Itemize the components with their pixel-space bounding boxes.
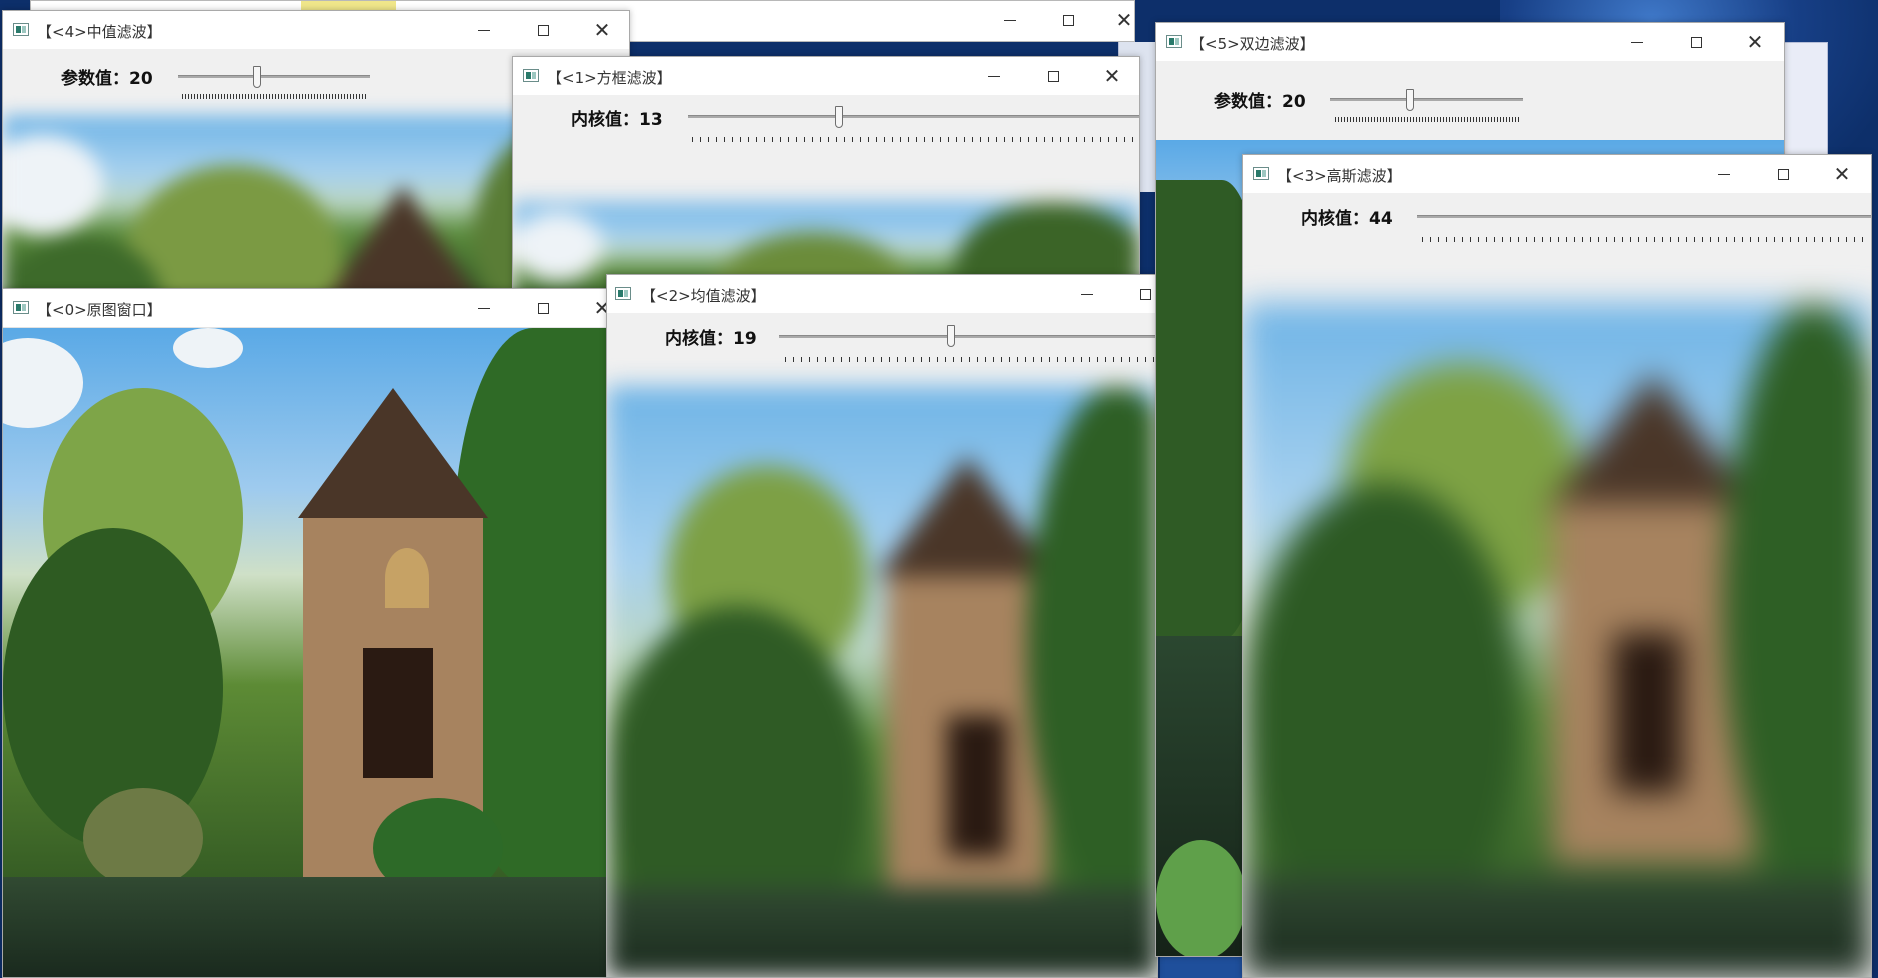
maximize-icon[interactable] bbox=[1667, 23, 1725, 61]
minimize-icon[interactable] bbox=[1058, 275, 1116, 313]
minimize-icon[interactable] bbox=[1695, 155, 1753, 193]
close-icon[interactable]: ✕ bbox=[1083, 57, 1139, 95]
trackbar-row: 参数值：20 bbox=[1156, 61, 1784, 141]
trackbar-track[interactable] bbox=[1417, 215, 1871, 218]
trackbar-label: 参数值：20 bbox=[1214, 92, 1306, 112]
window-title: 【<0>原图窗口】 bbox=[37, 301, 162, 319]
close-icon[interactable]: ✕ bbox=[1095, 1, 1153, 39]
titlebar[interactable]: 【<3>高斯滤波】 ✕ bbox=[1243, 155, 1871, 194]
maximize-icon[interactable] bbox=[1039, 1, 1097, 39]
original-image bbox=[3, 328, 629, 977]
opencv-window-icon bbox=[1253, 167, 1269, 180]
titlebar[interactable]: 【<5>双边滤波】 ✕ bbox=[1156, 23, 1784, 62]
trackbar-track[interactable] bbox=[1330, 98, 1523, 101]
opencv-window-icon bbox=[615, 287, 631, 300]
trackbar-row: 内核值：44 bbox=[1243, 193, 1871, 303]
trackbar-ticks bbox=[692, 137, 1139, 142]
mean-filtered-image bbox=[607, 386, 1157, 977]
close-icon[interactable]: ✕ bbox=[573, 11, 629, 49]
trackbar-track[interactable] bbox=[779, 335, 1157, 338]
trackbar-track[interactable] bbox=[688, 115, 1139, 118]
maximize-icon[interactable] bbox=[1024, 57, 1082, 95]
trackbar-label: 内核值：13 bbox=[571, 110, 663, 130]
maximize-icon[interactable] bbox=[514, 289, 572, 327]
minimize-icon[interactable] bbox=[1608, 23, 1666, 61]
trackbar-thumb[interactable] bbox=[947, 325, 955, 347]
window-mean-filter[interactable]: 【<2>均值滤波】 内核值：19 bbox=[606, 274, 1158, 978]
minimize-icon[interactable] bbox=[981, 1, 1039, 39]
minimize-icon[interactable] bbox=[965, 57, 1023, 95]
window-title: 【<2>均值滤波】 bbox=[641, 287, 766, 305]
minimize-icon[interactable] bbox=[455, 11, 513, 49]
titlebar[interactable]: 【<1>方框滤波】 ✕ bbox=[513, 57, 1139, 96]
close-icon[interactable]: ✕ bbox=[1726, 23, 1784, 61]
trackbar-ticks bbox=[785, 357, 1157, 362]
close-icon[interactable]: ✕ bbox=[1813, 155, 1871, 193]
opencv-window-icon bbox=[523, 69, 539, 82]
opencv-window-icon bbox=[13, 23, 29, 36]
trackbar-track[interactable] bbox=[178, 75, 370, 78]
window-original[interactable]: 【<0>原图窗口】 ✕ bbox=[2, 288, 630, 978]
trackbar-label: 参数值：20 bbox=[61, 69, 153, 89]
opencv-window-icon bbox=[1166, 35, 1182, 48]
trackbar-row: 内核值：19 bbox=[607, 313, 1157, 385]
trackbar-label: 内核值：44 bbox=[1301, 209, 1393, 229]
maximize-icon[interactable] bbox=[514, 11, 572, 49]
trackbar-label: 内核值：19 bbox=[665, 329, 757, 349]
minimize-icon[interactable] bbox=[455, 289, 513, 327]
window-title: 【<4>中值滤波】 bbox=[37, 23, 162, 41]
trackbar-thumb[interactable] bbox=[835, 106, 843, 128]
maximize-icon[interactable] bbox=[1116, 275, 1157, 313]
trackbar-thumb[interactable] bbox=[253, 66, 261, 88]
trackbar-ticks bbox=[182, 94, 368, 99]
window-title: 【<3>高斯滤波】 bbox=[1277, 167, 1402, 185]
titlebar[interactable]: 【<4>中值滤波】 ✕ bbox=[3, 11, 629, 50]
opencv-window-icon bbox=[13, 301, 29, 314]
gaussian-filtered-image bbox=[1243, 303, 1871, 977]
titlebar[interactable]: 【<2>均值滤波】 bbox=[607, 275, 1157, 314]
trackbar-thumb[interactable] bbox=[1406, 89, 1414, 111]
trackbar-ticks bbox=[1422, 237, 1867, 242]
window-gaussian-filter[interactable]: 【<3>高斯滤波】 ✕ 内核值：44 bbox=[1242, 154, 1872, 978]
maximize-icon[interactable] bbox=[1754, 155, 1812, 193]
trackbar-row: 内核值：13 bbox=[513, 95, 1139, 202]
trackbar-ticks bbox=[1335, 117, 1521, 122]
titlebar[interactable]: 【<0>原图窗口】 ✕ bbox=[3, 289, 629, 328]
window-title: 【<1>方框滤波】 bbox=[547, 69, 672, 87]
window-title: 【<5>双边滤波】 bbox=[1190, 35, 1315, 53]
